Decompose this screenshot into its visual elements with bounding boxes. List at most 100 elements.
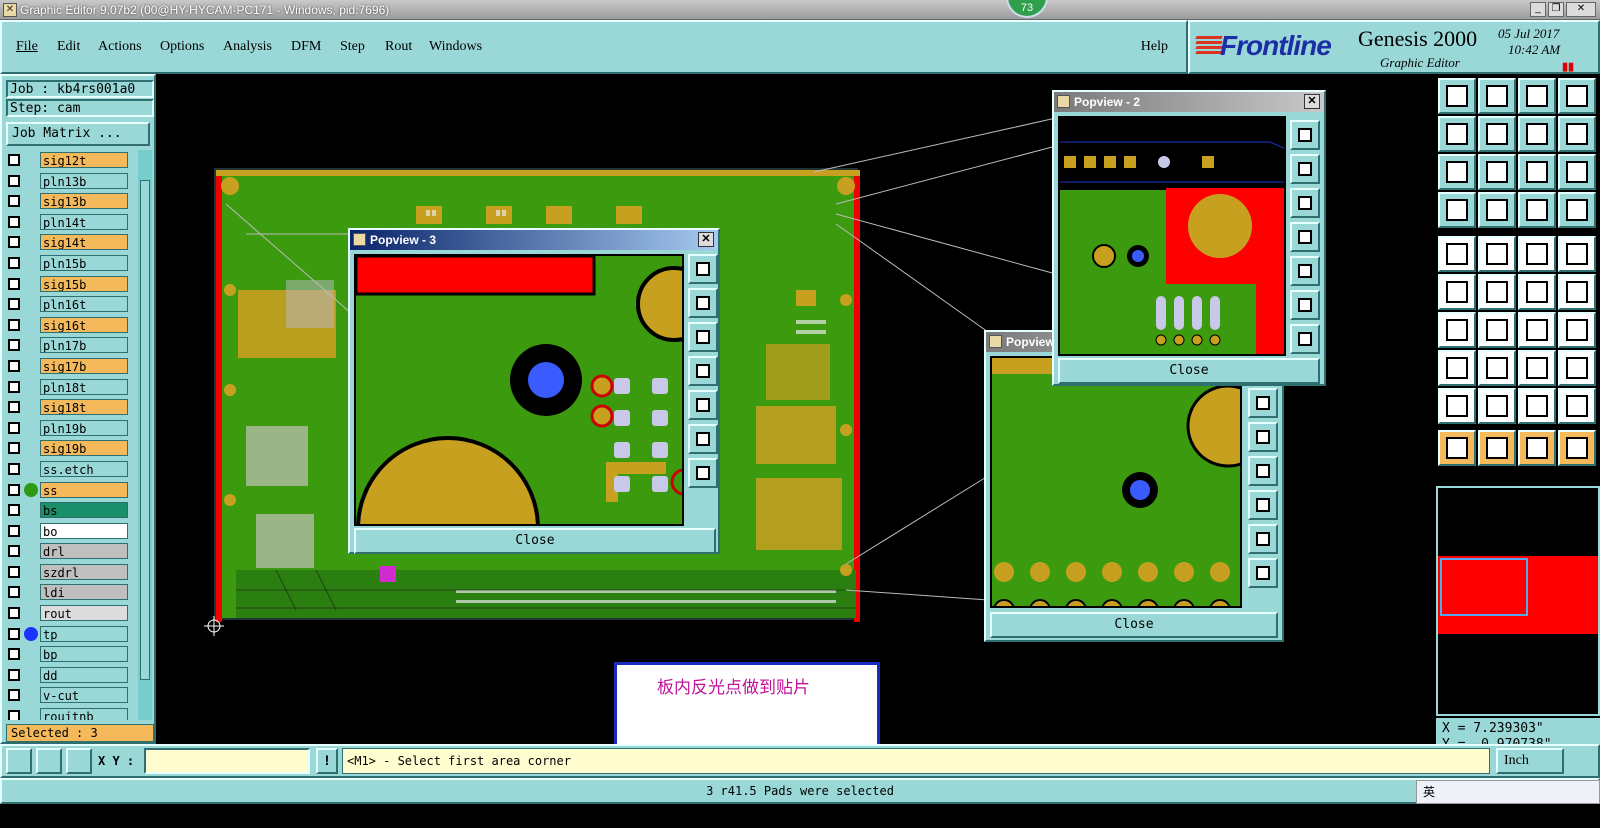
layer-row[interactable]: szdrl [6, 562, 136, 583]
popview-2-center-icon[interactable] [1290, 324, 1320, 354]
layer-row[interactable]: sig12t [6, 150, 136, 171]
minimize-button[interactable]: _ [1530, 2, 1546, 17]
layer-row[interactable]: pln14t [6, 212, 136, 233]
zoom-center-icon[interactable] [1478, 154, 1516, 190]
popview-3-pan-left-icon[interactable] [688, 356, 718, 386]
popview-3-fit-icon[interactable] [688, 424, 718, 454]
probe-icon[interactable] [1478, 192, 1516, 228]
layer-row[interactable]: pln15b [6, 253, 136, 274]
layer-name[interactable]: sig14t [40, 234, 128, 251]
layer-checkbox[interactable] [8, 689, 20, 702]
layer-row[interactable]: ss [6, 480, 136, 501]
layer-row[interactable]: pln19b [6, 418, 136, 439]
layer-row[interactable]: drl [6, 541, 136, 562]
pad-select-icon[interactable] [1438, 236, 1476, 272]
layer-name[interactable]: sig12t [40, 152, 128, 168]
copy-icon[interactable] [1558, 350, 1596, 386]
popview-center-icon[interactable] [1248, 558, 1278, 588]
angle-icon[interactable] [1438, 312, 1476, 348]
help-icon[interactable] [1558, 154, 1596, 190]
redraw-icon[interactable] [1558, 116, 1596, 152]
layer-name[interactable]: pln14t [40, 213, 128, 230]
layer-name[interactable]: pln15b [40, 254, 128, 271]
pointer-box-icon[interactable] [1478, 430, 1516, 466]
minimap-viewport[interactable] [1440, 558, 1528, 616]
layer-checkbox[interactable] [8, 154, 20, 166]
layer-checkbox[interactable] [8, 174, 20, 187]
layer-name[interactable]: tp [40, 625, 128, 642]
layer-name[interactable]: roujtnb [40, 708, 128, 720]
popview-3-close-icon[interactable]: ✕ [698, 232, 714, 247]
angle-mode-icon[interactable] [36, 748, 62, 774]
layer-checkbox[interactable] [8, 710, 20, 720]
units-selector[interactable]: Inch [1496, 748, 1564, 774]
layer-checkbox[interactable] [8, 545, 20, 558]
popview-pan-left-icon[interactable] [1248, 456, 1278, 486]
popview-2-zoom-in-icon[interactable] [1290, 154, 1320, 184]
cross-icon[interactable] [1478, 274, 1516, 310]
zoom-fit-icon[interactable] [1438, 154, 1476, 190]
layer-row[interactable]: sig14t [6, 232, 136, 253]
triangle-icon[interactable] [1438, 388, 1476, 424]
move-icon[interactable] [1438, 350, 1476, 386]
layer-checkbox[interactable] [8, 627, 20, 640]
net-highlight-icon[interactable] [1518, 192, 1556, 228]
popview-3-pan-right-icon[interactable] [688, 390, 718, 420]
popview-fit-icon[interactable] [1248, 524, 1278, 554]
menu-rout[interactable]: Rout [385, 39, 412, 55]
home-up-icon[interactable] [1438, 78, 1476, 114]
layer-row[interactable]: ldi [6, 582, 136, 603]
popview-3-zoom-out-icon[interactable] [688, 322, 718, 352]
popview-2-close-button[interactable]: Close [1058, 358, 1320, 384]
tools-icon[interactable] [1438, 192, 1476, 228]
popview-2-close-icon[interactable]: ✕ [1304, 94, 1320, 109]
layer-checkbox[interactable] [8, 586, 20, 599]
popview-2-view-icon[interactable] [1290, 120, 1320, 150]
snap-mode-icon[interactable] [6, 748, 32, 774]
layer-checkbox[interactable] [8, 236, 20, 249]
layer-row[interactable]: bo [6, 521, 136, 542]
menu-file[interactable]: File [16, 39, 38, 55]
home-icon[interactable] [1518, 78, 1556, 114]
layer-checkbox[interactable] [8, 607, 20, 620]
layer-checkbox[interactable] [8, 359, 20, 372]
layer-row[interactable]: pln13b [6, 171, 136, 192]
layer-row[interactable]: sig15b [6, 274, 136, 295]
restore-button[interactable]: ❐ [1548, 2, 1564, 17]
area-select-icon[interactable] [1478, 236, 1516, 272]
undo-view-icon[interactable] [1518, 116, 1556, 152]
popview-2-zoom-out-icon[interactable] [1290, 188, 1320, 218]
ime-indicator[interactable]: 英 [1416, 780, 1600, 804]
graphic-canvas[interactable]: Popview Close Popview - 2 ✕ Close Popvie… [156, 74, 1436, 744]
layer-row[interactable]: pln17b [6, 335, 136, 356]
split-view-icon[interactable] [1558, 78, 1596, 114]
menu-step[interactable]: Step [340, 39, 365, 55]
pointer-net-icon[interactable] [1558, 430, 1596, 466]
layer-name[interactable]: rout [40, 605, 128, 622]
layer-checkbox[interactable] [8, 298, 20, 311]
layer-name[interactable]: dd [40, 666, 128, 683]
popview-3-view-icon[interactable] [688, 254, 718, 284]
layer-row[interactable]: rout [6, 603, 136, 624]
home-down-icon[interactable] [1478, 78, 1516, 114]
menu-dfm[interactable]: DFM [291, 39, 321, 55]
layer-checkbox[interactable] [8, 380, 20, 393]
menu-help[interactable]: Help [1141, 39, 1168, 55]
layer-checkbox[interactable] [8, 277, 20, 290]
layer-name[interactable]: sig17b [40, 357, 128, 374]
menu-analysis[interactable]: Analysis [223, 39, 272, 55]
layer-checkbox[interactable] [8, 648, 20, 661]
popview-2-pan-right-icon[interactable] [1290, 256, 1320, 286]
popview-2-pan-left-icon[interactable] [1290, 222, 1320, 252]
measure-icon[interactable] [1518, 236, 1556, 272]
layer-row[interactable]: sig13b [6, 191, 136, 212]
layer-name[interactable]: pln18t [40, 378, 128, 395]
layer-row[interactable]: sig19b [6, 438, 136, 459]
menu-edit[interactable]: Edit [57, 39, 80, 55]
menu-windows[interactable]: Windows [429, 39, 482, 55]
pointer-circle-icon[interactable] [1518, 430, 1556, 466]
layer-row[interactable]: bs [6, 500, 136, 521]
layer-checkbox[interactable] [8, 565, 20, 578]
layer-name[interactable]: v-cut [40, 687, 128, 704]
resize-icon[interactable] [1478, 350, 1516, 386]
